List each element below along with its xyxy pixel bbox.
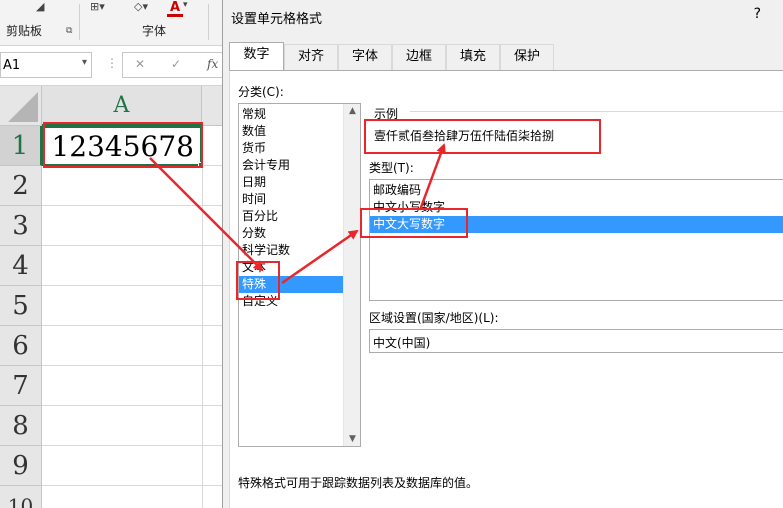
row-header[interactable]: 5 [0, 286, 42, 326]
format-painter-icon[interactable]: ◢ [36, 0, 44, 13]
more-icon: ⋮ [106, 56, 118, 70]
row-header[interactable]: 4 [0, 246, 42, 286]
group-divider [79, 4, 80, 40]
column-header-b[interactable] [202, 86, 222, 126]
locale-label: 区域设置(国家/地区)(L): [369, 311, 499, 325]
sample-label: 示例 [374, 107, 399, 121]
row-header[interactable]: 1 [0, 126, 42, 166]
row-gridline [42, 326, 222, 366]
category-label: 分类(C): [238, 85, 284, 99]
type-list[interactable]: 邮政编码 中文小写数字 中文大写数字 [369, 179, 783, 301]
category-item[interactable]: 会计专用 [239, 157, 343, 174]
row-gridline [42, 206, 222, 246]
format-description: 特殊格式可用于跟踪数据列表及数据库的值。 [238, 476, 479, 490]
type-item[interactable]: 中文小写数字 [370, 199, 783, 216]
font-color-button[interactable]: A [170, 0, 180, 15]
category-item[interactable]: 自定义 [239, 293, 343, 310]
select-all-corner[interactable] [0, 86, 42, 126]
category-item[interactable]: 常规 [239, 106, 343, 123]
dialog-title: 设置单元格格式 [231, 12, 323, 27]
row-gridline [42, 286, 222, 326]
type-label: 类型(T): [369, 161, 414, 175]
row-header[interactable]: 10 [0, 486, 42, 508]
category-list[interactable]: 常规 数值 货币 会计专用 日期 时间 百分比 分数 科学记数 文本 特殊 自定… [238, 103, 361, 447]
category-item[interactable]: 科学记数 [239, 242, 343, 259]
category-item-selected[interactable]: 特殊 [239, 276, 343, 293]
help-button[interactable]: ? [754, 6, 761, 22]
enter-icon[interactable]: ✓ [171, 57, 181, 71]
group-divider [410, 111, 783, 112]
cancel-icon[interactable]: ✕ [135, 57, 145, 71]
category-item[interactable]: 分数 [239, 225, 343, 242]
row-header[interactable]: 6 [0, 326, 42, 366]
category-item[interactable]: 文本 [239, 259, 343, 276]
ribbon: ◢ ⊞▾ ◇▾ A ▾ 剪贴板 ⧉ 字体 [0, 0, 222, 46]
borders-icon[interactable]: ⊞▾ [90, 0, 105, 13]
category-item[interactable]: 日期 [239, 174, 343, 191]
format-cells-dialog: 设置单元格格式 ? 数字 对齐 字体 边框 填充 保护 分类(C): 常规 数值… [222, 0, 783, 508]
row-gridline [42, 366, 222, 406]
fill-color-icon[interactable]: ◇▾ [134, 0, 148, 13]
type-item[interactable]: 邮政编码 [370, 182, 783, 199]
font-color-swatch [167, 14, 183, 17]
insert-function-icon[interactable]: fx [207, 57, 218, 71]
category-scrollbar[interactable]: ▲ ▼ [343, 104, 360, 446]
chevron-down-icon[interactable]: ▾ [183, 0, 188, 10]
tab-border[interactable]: 边框 [392, 44, 446, 70]
cell-a1-value: 12345678 [51, 130, 194, 163]
name-box[interactable]: A1 ▾ [0, 52, 92, 78]
chevron-down-icon[interactable]: ▾ [82, 57, 87, 68]
group-divider [208, 4, 209, 40]
font-group-label: 字体 [142, 24, 167, 38]
tab-protection[interactable]: 保护 [500, 44, 554, 70]
locale-dropdown[interactable]: 中文(中国) [369, 329, 783, 353]
tab-number[interactable]: 数字 [229, 42, 284, 70]
tab-alignment[interactable]: 对齐 [284, 44, 338, 70]
formula-bar: A1 ▾ ⋮ ✕ ✓ fx [0, 46, 222, 86]
row-header[interactable]: 8 [0, 406, 42, 446]
row-header[interactable]: 3 [0, 206, 42, 246]
row-header[interactable]: 9 [0, 446, 42, 486]
type-item-selected[interactable]: 中文大写数字 [370, 216, 783, 233]
formula-input[interactable]: ✕ ✓ fx [122, 52, 222, 78]
spreadsheet-grid[interactable]: A 1 2 3 4 5 6 7 8 9 10 12345678 [0, 86, 222, 508]
cell-a1[interactable]: 12345678 [42, 126, 202, 166]
row-gridline [42, 406, 222, 446]
number-tab-page: 分类(C): 常规 数值 货币 会计专用 日期 时间 百分比 分数 科学记数 文… [229, 70, 783, 508]
category-item[interactable]: 数值 [239, 123, 343, 140]
name-box-value: A1 [3, 58, 21, 73]
dialog-launcher-icon[interactable]: ⧉ [66, 26, 72, 36]
clipboard-group-label: 剪贴板 [6, 24, 43, 38]
category-item[interactable]: 货币 [239, 140, 343, 157]
row-gridline [42, 246, 222, 286]
tab-fill[interactable]: 填充 [446, 44, 500, 70]
row-header[interactable]: 2 [0, 166, 42, 206]
fill-handle[interactable] [198, 162, 204, 168]
row-gridline [42, 446, 222, 486]
tab-font[interactable]: 字体 [338, 44, 392, 70]
sample-value: 壹仟贰佰叁拾肆万伍仟陆佰柒拾捌 [374, 129, 555, 143]
row-header[interactable]: 7 [0, 366, 42, 406]
column-header-a[interactable]: A [42, 86, 202, 126]
scroll-down-icon[interactable]: ▼ [344, 434, 361, 444]
locale-value: 中文(中国) [373, 336, 431, 350]
category-item[interactable]: 百分比 [239, 208, 343, 225]
scroll-up-icon[interactable]: ▲ [344, 106, 361, 116]
category-item[interactable]: 时间 [239, 191, 343, 208]
row-gridline [42, 166, 222, 206]
